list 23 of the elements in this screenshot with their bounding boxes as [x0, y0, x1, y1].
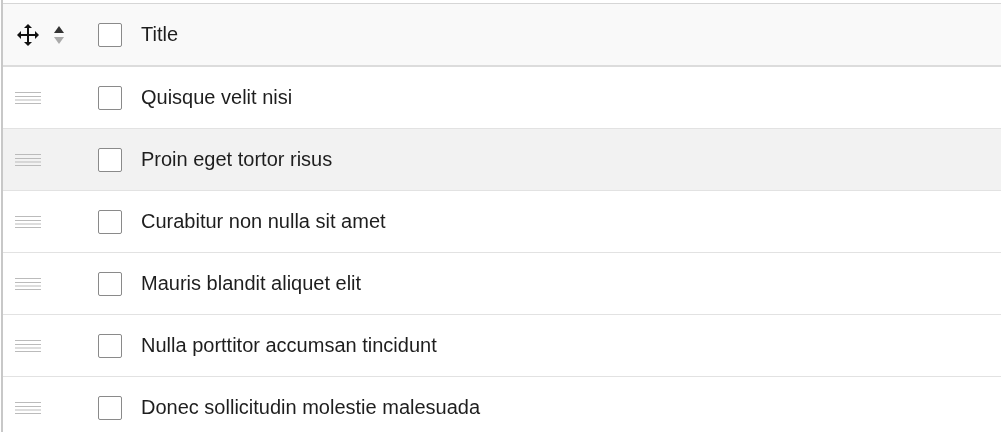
- row-title: Mauris blandit aliquet elit: [141, 272, 362, 295]
- row-title: Donec sollicitudin molestie malesuada: [141, 396, 481, 419]
- table-row[interactable]: Proin eget tortor risus: [3, 129, 1001, 191]
- checkbox[interactable]: [98, 22, 122, 47]
- checkbox[interactable]: [98, 271, 122, 296]
- column-header: Title: [141, 23, 179, 46]
- row-title: Nulla porttitor accumsan tincidunt: [141, 334, 437, 357]
- row-title: Quisque velit nisi: [141, 86, 293, 109]
- sort-icon[interactable]: [53, 24, 65, 45]
- drag-handle-icon[interactable]: [15, 276, 41, 291]
- row-title: Proin eget tortor risus: [141, 148, 333, 171]
- move-icon[interactable]: [16, 22, 40, 47]
- drag-handle-icon[interactable]: [15, 90, 41, 105]
- drag-handle-icon[interactable]: [15, 152, 41, 167]
- drag-handle-icon[interactable]: [15, 338, 41, 353]
- checkbox[interactable]: [98, 85, 122, 110]
- drag-handle-icon[interactable]: [15, 400, 41, 415]
- checkbox[interactable]: [98, 147, 122, 172]
- checkbox[interactable]: [98, 209, 122, 234]
- checkbox[interactable]: [98, 395, 122, 420]
- row-title: Curabitur non nulla sit amet: [141, 210, 386, 233]
- checkbox[interactable]: [98, 333, 122, 358]
- drag-handle-icon[interactable]: [15, 214, 41, 229]
